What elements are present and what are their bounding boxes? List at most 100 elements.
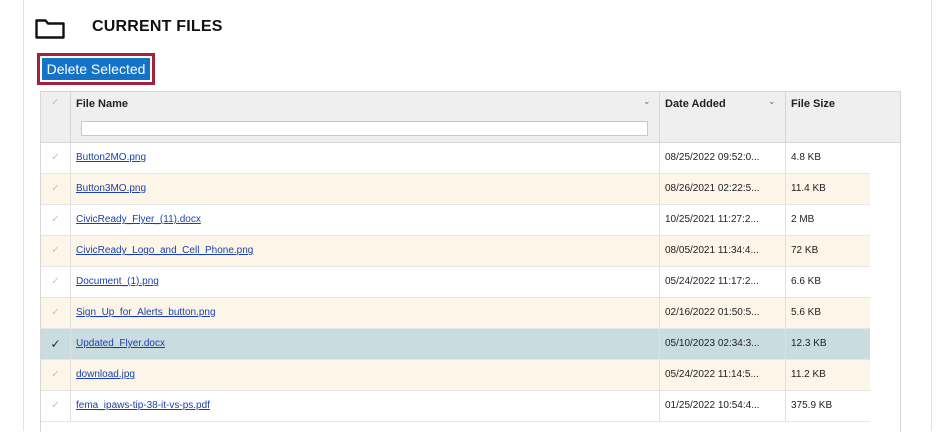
check-icon[interactable]: ✓ [51,369,59,380]
chevron-down-icon[interactable]: ⌄ [768,96,776,107]
file-size-cell: 5.6 KB [791,307,822,318]
select-all-cell[interactable]: ✓ [41,92,71,142]
column-divider [659,236,660,266]
file-size-cell: 12.3 KB [791,338,827,349]
file-size-cell: 6.6 KB [791,276,822,287]
table-row[interactable]: ✓ CivicReady_Logo_and_Cell_Phone.png 08/05… [41,236,870,267]
column-divider [659,360,660,390]
check-icon[interactable]: ✓ [51,214,59,225]
date-added-header[interactable]: Date Added ⌄ [660,92,786,142]
file-name-cell: CivicReady_Flyer_(11).docx [76,205,656,235]
column-divider [659,267,660,297]
table-row[interactable]: ✓ Updated_Flyer.docx 05/10/2023 02:34:3...… [41,329,870,360]
file-size-cell: 4.8 KB [791,152,822,163]
file-name-cell: download.jpg [76,360,656,390]
column-divider [785,360,786,390]
file-name-cell: CivicReady_Logo_and_Cell_Phone.png [76,236,656,266]
file-name-header[interactable]: File Name ⌄ [71,92,660,142]
file-name-cell: Sign_Up_for_Alerts_button.png [76,298,656,328]
column-divider [785,143,786,173]
column-divider [659,143,660,173]
row-select-cell[interactable]: ✓ [41,143,71,173]
column-divider [785,267,786,297]
date-added-cell: 10/25/2021 11:27:2... [665,214,759,225]
row-select-cell[interactable]: ✓ [41,391,71,421]
file-link[interactable]: CivicReady_Flyer_(11).docx [76,214,201,225]
table-row[interactable]: ✓ Sign_Up_for_Alerts_button.png 02/16/2022… [41,298,870,329]
file-size-cell: 11.4 KB [791,183,826,194]
date-added-cell: 05/10/2023 02:34:3... [665,338,760,349]
table-row[interactable]: ✓ Document_(1).png 05/24/2022 11:17:2... 6.… [41,267,870,298]
column-divider [659,391,660,421]
check-icon[interactable]: ✓ [51,152,59,163]
chevron-down-icon[interactable]: ⌄ [643,96,651,107]
file-size-cell: 375.9 KB [791,400,833,411]
column-divider [659,329,660,359]
file-link[interactable]: Document_(1).png [76,276,159,287]
file-size-cell: 72 KB [791,245,819,256]
check-icon[interactable]: ✓ [51,307,59,318]
delete-selected-button[interactable]: Delete Selected [37,53,155,85]
table-row[interactable]: ✓ download.jpg 05/24/2022 11:14:5... 11.2 K… [41,360,870,391]
column-divider [785,236,786,266]
column-divider [785,205,786,235]
file-link[interactable]: CivicReady_Logo_and_Cell_Phone.png [76,245,253,256]
row-select-cell[interactable]: ✓ [41,298,71,328]
file-name-cell: fema_ipaws-tip-38-it-vs-ps.pdf [76,391,656,421]
folder-icon [35,19,65,39]
date-added-header-label: Date Added [665,98,726,110]
file-link[interactable]: Button2MO.png [76,152,146,163]
file-name-filter-input[interactable] [81,121,648,136]
date-added-cell: 02/16/2022 01:50:5... [665,307,760,318]
file-link[interactable]: download.jpg [76,369,135,380]
table-row[interactable]: ✓ fema_ipaws-tip-38-it-vs-ps.pdf 01/25/202… [41,391,870,422]
page-title: CURRENT FILES [92,18,223,35]
file-size-header-label: File Size [791,98,836,110]
file-name-cell: Updated_Flyer.docx [76,329,656,359]
file-link[interactable]: Updated_Flyer.docx [76,338,165,349]
files-grid: ✓ File Name ⌄ Date Added ⌄ File Size ✓ Bu… [40,91,901,432]
file-link[interactable]: fema_ipaws-tip-38-it-vs-ps.pdf [76,400,210,411]
date-added-cell: 05/24/2022 11:14:5... [665,369,759,380]
column-divider [659,298,660,328]
file-name-cell: Document_(1).png [76,267,656,297]
check-icon[interactable]: ✓ [51,245,59,256]
panel-border-left [23,0,24,431]
file-link[interactable]: Sign_Up_for_Alerts_button.png [76,307,216,318]
select-all-check-icon[interactable]: ✓ [51,97,59,108]
file-size-header[interactable]: File Size [786,92,900,142]
file-link[interactable]: Button3MO.png [76,183,146,194]
file-size-cell: 2 MB [791,214,815,225]
row-select-cell[interactable]: ✓ [41,174,71,204]
file-size-cell: 11.2 KB [791,369,826,380]
column-divider [785,298,786,328]
row-select-cell[interactable]: ✓ [41,267,71,297]
date-added-cell: 05/24/2022 11:17:2... [665,276,759,287]
row-select-cell[interactable]: ✓ [41,236,71,266]
row-select-cell[interactable]: ✓ [41,329,71,359]
column-divider [785,391,786,421]
column-divider [659,174,660,204]
row-select-cell[interactable]: ✓ [41,205,71,235]
row-select-cell[interactable]: ✓ [41,360,71,390]
panel-border-right [931,0,932,431]
check-icon[interactable]: ✓ [50,337,60,351]
table-row[interactable]: ✓ Button3MO.png 08/26/2021 02:22:5... 11.4 … [41,174,870,205]
column-divider [659,205,660,235]
file-name-cell: Button2MO.png [76,143,656,173]
date-added-cell: 08/25/2022 09:52:0... [665,152,760,163]
table-row[interactable]: ✓ CivicReady_Flyer_(11).docx 10/25/2021 11… [41,205,870,236]
column-divider [785,329,786,359]
check-icon[interactable]: ✓ [51,276,59,287]
check-icon[interactable]: ✓ [51,400,59,411]
table-row[interactable]: ✓ Button2MO.png 08/25/2022 09:52:0... 4.8 K… [41,143,870,174]
column-divider [785,174,786,204]
grid-header: ✓ File Name ⌄ Date Added ⌄ File Size [41,92,900,143]
check-icon[interactable]: ✓ [51,183,59,194]
file-name-header-label: File Name [76,98,128,110]
file-name-cell: Button3MO.png [76,174,656,204]
date-added-cell: 01/25/2022 10:54:4... [665,400,760,411]
date-added-cell: 08/26/2021 02:22:5... [665,183,760,194]
date-added-cell: 08/05/2021 11:34:4... [665,245,759,256]
delete-selected-label: Delete Selected [42,58,150,80]
